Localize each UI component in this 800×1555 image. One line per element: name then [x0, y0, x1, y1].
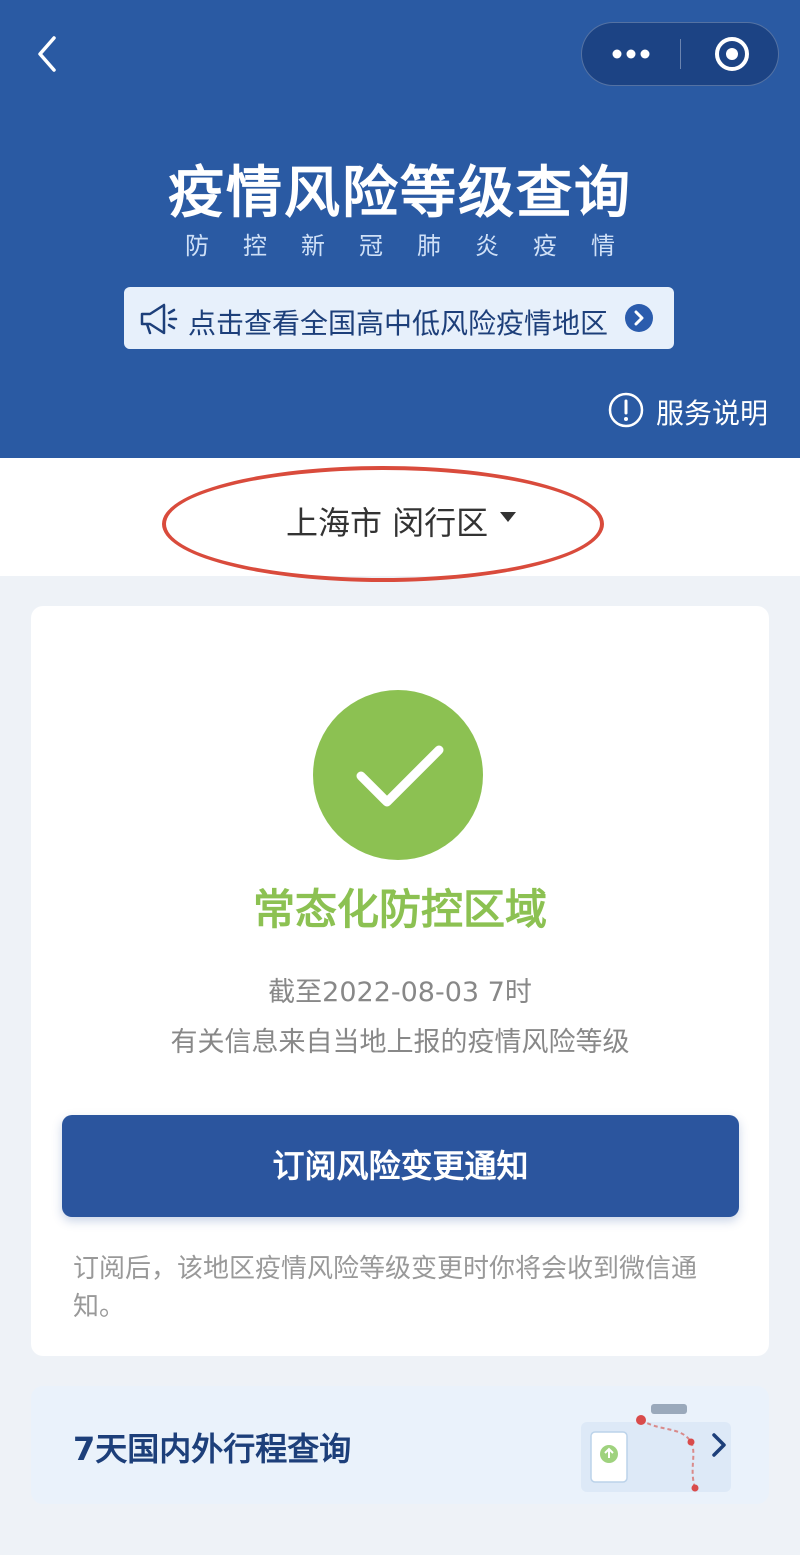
region-highlight-annotation — [162, 466, 604, 582]
page-title: 疫情风险等级查询 — [168, 161, 632, 226]
subscribe-button[interactable]: 订阅风险变更通知 — [62, 1115, 739, 1217]
info-icon — [608, 392, 644, 428]
risk-level-label: 常态化防控区域 — [252, 885, 547, 934]
service-info-label: 服务说明 — [656, 397, 769, 430]
back-button[interactable] — [30, 32, 70, 76]
arrow-right-circle-icon — [625, 304, 653, 332]
megaphone-icon — [140, 303, 178, 335]
risk-status-card: 常态化防控区域 截至2022-08-03 7时 有关信息来自当地上报的疫情风险等… — [31, 606, 769, 1356]
risk-areas-banner[interactable]: 点击查看全国高中低风险疫情地区 — [124, 287, 674, 349]
subscribe-note: 订阅后，该地区疫情风险等级变更时你将会收到微信通知。 — [73, 1254, 698, 1322]
mini-program-capsule — [581, 22, 779, 86]
status-check-badge — [313, 690, 483, 860]
back-icon — [38, 36, 56, 72]
travel-query-label: 7天国内外行程查询 — [73, 1430, 352, 1468]
more-button[interactable] — [582, 23, 680, 85]
close-target-icon — [715, 37, 749, 71]
close-button[interactable] — [682, 23, 780, 85]
header: 疫情风险等级查询 防控新冠肺炎疫情 点击查看全国高中低风险疫情地区 服务说明 — [0, 0, 800, 458]
page-subtitle: 防控新冠肺炎疫情 — [185, 232, 649, 260]
update-time: 截至2022-08-03 7时 — [268, 977, 532, 1008]
more-icon — [612, 49, 650, 59]
data-source-note: 有关信息来自当地上报的疫情风险等级 — [170, 1027, 630, 1058]
checkmark-icon — [356, 745, 444, 807]
capsule-divider — [680, 39, 681, 69]
chevron-right-icon — [712, 1433, 726, 1457]
travel-query-card[interactable]: 7天国内外行程查询 — [31, 1386, 769, 1504]
banner-label: 点击查看全国高中低风险疫情地区 — [188, 307, 609, 340]
